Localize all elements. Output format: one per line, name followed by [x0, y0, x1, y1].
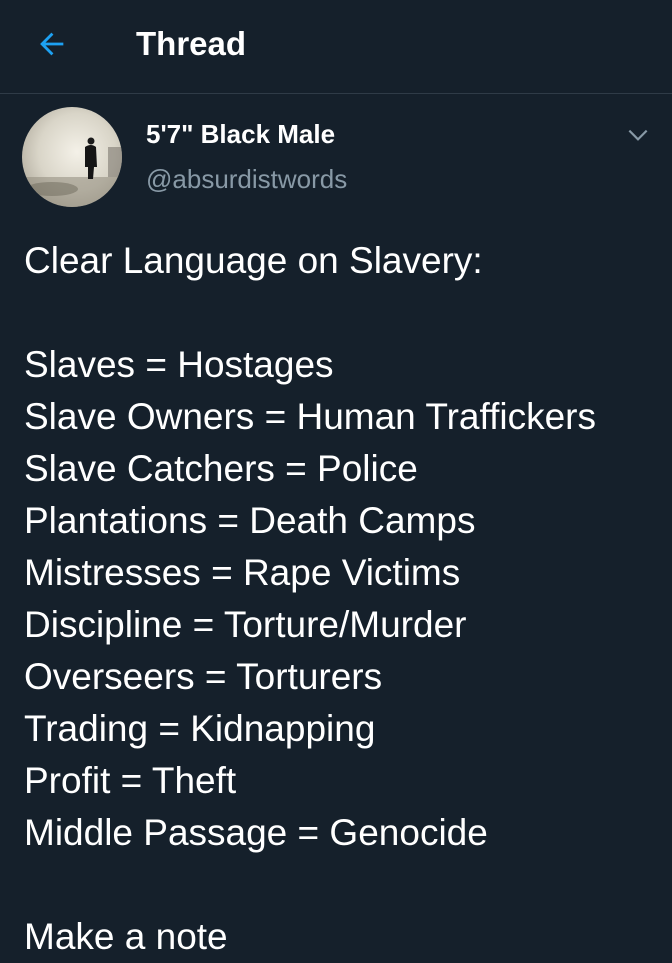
tweet-line: Mistresses = Rape Victims [24, 552, 461, 593]
page-title: Thread [136, 25, 247, 62]
tweet-line: Trading = Kidnapping [24, 708, 376, 749]
user-handle[interactable]: @absurdistwords [146, 162, 347, 196]
tweet-heading: Clear Language on Slavery: [24, 240, 483, 281]
avatar-image [22, 107, 122, 207]
tweet-line: Slave Catchers = Police [24, 448, 418, 489]
tweet-closing: Make a note [24, 916, 228, 957]
tweet-line: Overseers = Torturers [24, 656, 383, 697]
arrow-left-icon [40, 32, 64, 56]
tweet-line: Slave Owners = Human Traffickers [24, 396, 597, 437]
tweet-line: Slaves = Hostages [24, 344, 334, 385]
tweet-line: Discipline = Torture/Murder [24, 604, 467, 645]
user-display-name[interactable]: 5'7" Black Male [146, 117, 335, 151]
tweet-line: Profit = Theft [24, 760, 237, 801]
tweet-line: Plantations = Death Camps [24, 500, 476, 541]
tweet-options-button[interactable] [622, 121, 654, 149]
chevron-down-icon [628, 129, 648, 141]
app-header: Thread [0, 0, 672, 94]
tweet-line: Middle Passage = Genocide [24, 812, 488, 853]
back-button[interactable] [28, 24, 76, 64]
avatar[interactable] [22, 107, 122, 207]
tweet-text: Clear Language on Slavery: Slaves = Host… [24, 235, 664, 963]
